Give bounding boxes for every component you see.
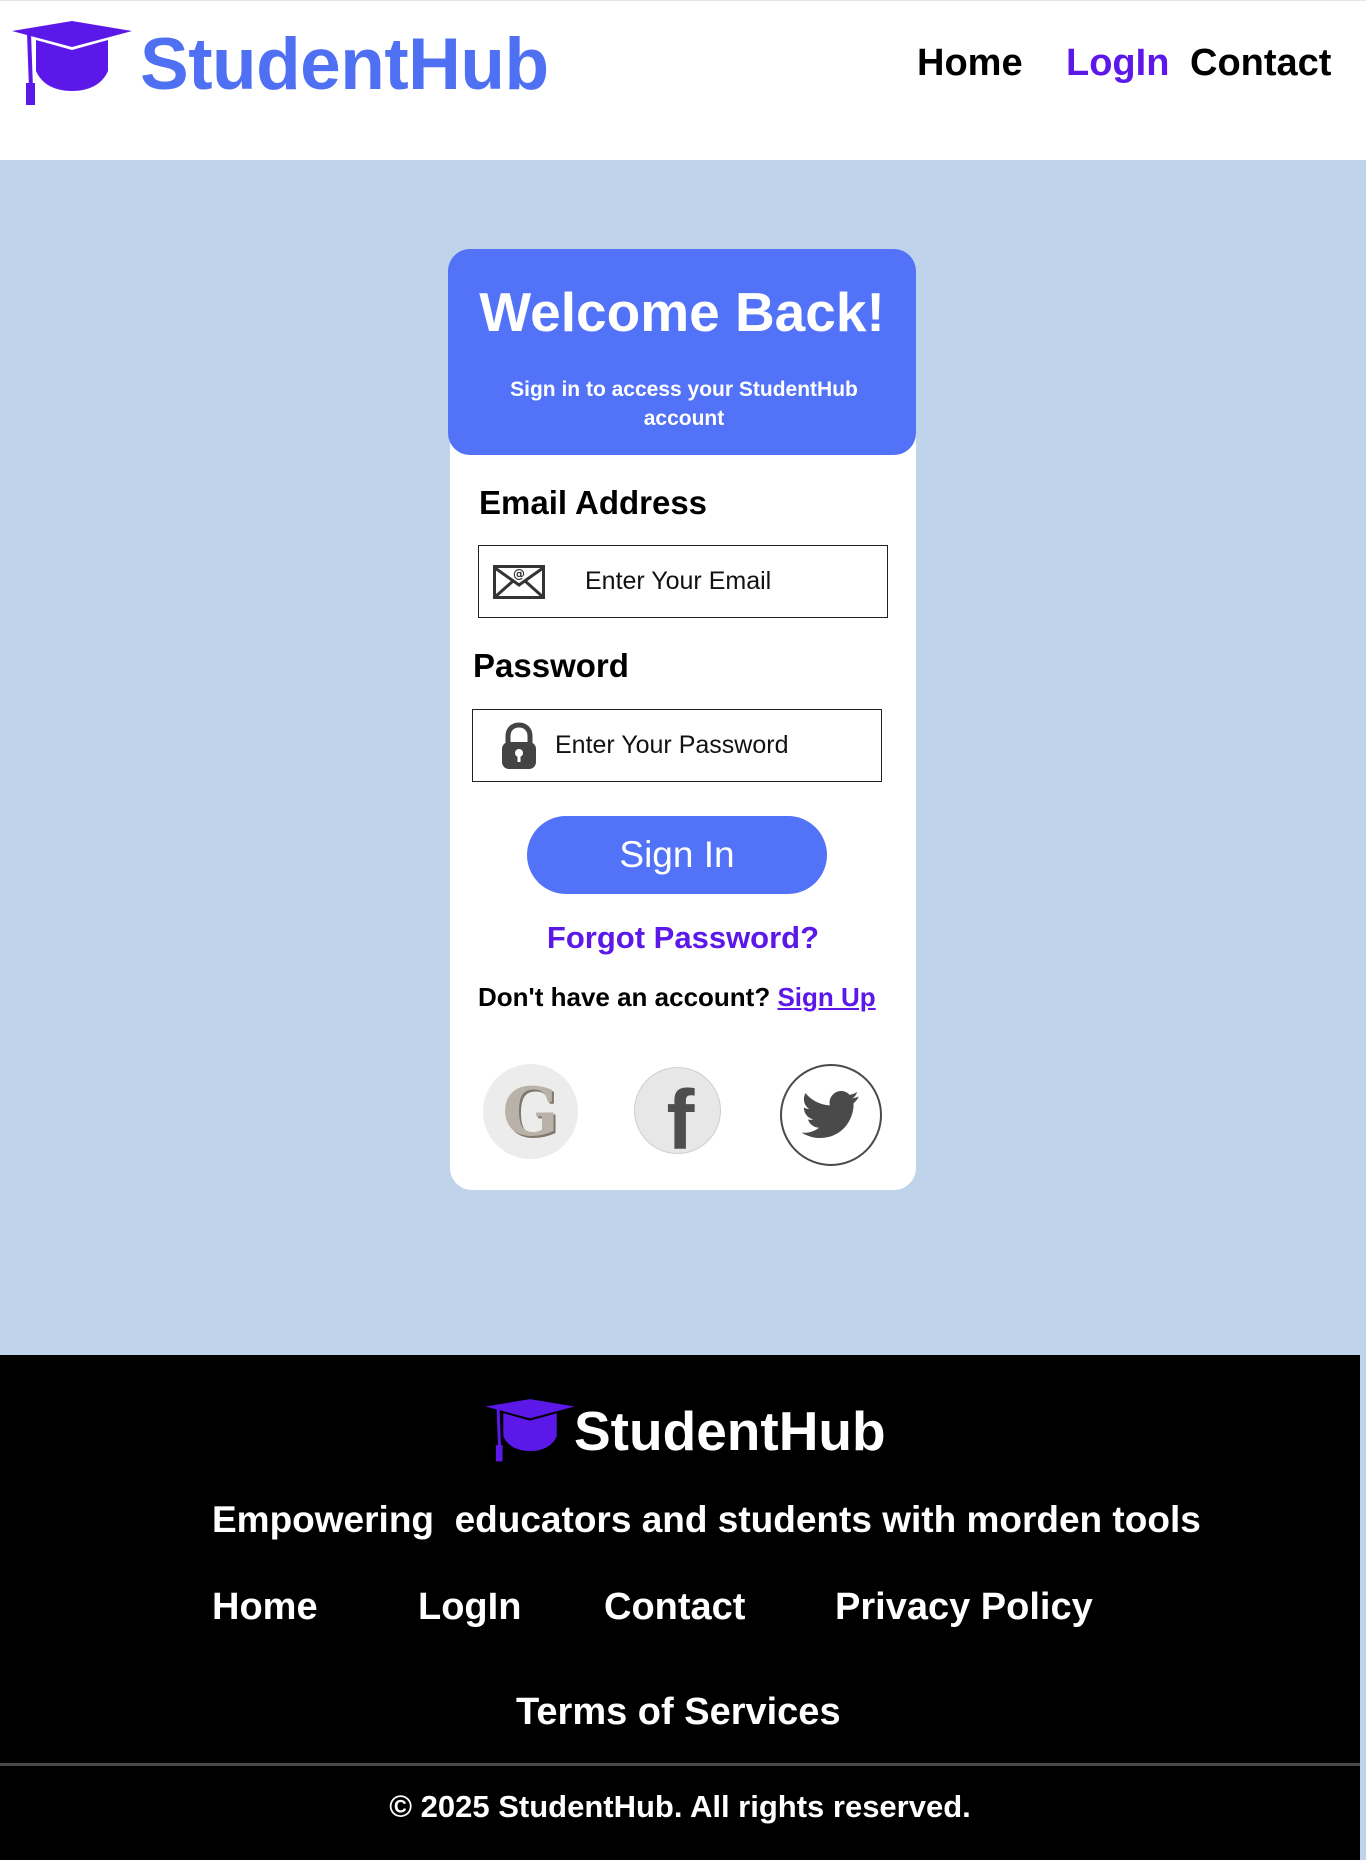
login-card-header: Welcome Back! Sign in to access your Stu… xyxy=(448,249,916,455)
password-placeholder: Enter Your Password xyxy=(555,731,789,759)
email-placeholder: Enter Your Email xyxy=(585,567,772,595)
facebook-login-button[interactable]: f xyxy=(634,1067,721,1162)
footer-link-home[interactable]: Home xyxy=(212,1585,318,1631)
password-label: Password xyxy=(473,647,629,684)
copyright-text: © 2025 StudentHub. All rights reserved. xyxy=(389,1789,971,1824)
no-account-text: Don't have an account? xyxy=(478,982,771,1012)
welcome-subtitle: Sign in to access your StudentHub accoun… xyxy=(510,378,858,431)
twitter-bird-icon xyxy=(802,1091,859,1139)
footer-link-terms[interactable]: Terms of Services xyxy=(516,1690,841,1736)
login-card: Welcome Back! Sign in to access your Stu… xyxy=(448,249,916,1190)
forgot-password-link[interactable]: Forgot Password? xyxy=(450,919,916,956)
footer-link-privacy-policy[interactable]: Privacy Policy xyxy=(835,1585,1093,1631)
footer-tagline: Empowering educators and students with m… xyxy=(212,1499,1201,1540)
sign-in-button[interactable]: Sign In xyxy=(527,816,827,894)
lock-icon xyxy=(502,721,536,769)
footer-brand: StudentHub xyxy=(484,1399,886,1463)
footer-divider xyxy=(0,1763,1360,1766)
footer-link-contact[interactable]: Contact xyxy=(604,1585,745,1631)
footer-link-login[interactable]: LogIn xyxy=(418,1585,521,1631)
footer-brand-name: StudentHub xyxy=(574,1399,886,1462)
brand-logo[interactable]: StudentHub xyxy=(10,21,549,107)
site-footer: StudentHub Empowering educators and stud… xyxy=(0,1355,1360,1860)
email-field[interactable]: @ Enter Your Email xyxy=(478,545,888,618)
nav-contact[interactable]: Contact xyxy=(1190,41,1331,87)
google-icon: G xyxy=(502,1072,559,1151)
facebook-icon: f xyxy=(666,1072,695,1167)
twitter-login-button[interactable] xyxy=(780,1064,882,1166)
email-label: Email Address xyxy=(479,484,708,521)
google-login-button[interactable]: G xyxy=(483,1064,578,1159)
welcome-title: Welcome Back! xyxy=(479,281,885,343)
nav-login[interactable]: LogIn xyxy=(1066,41,1169,87)
graduation-cap-icon xyxy=(485,1399,575,1462)
site-header: StudentHub Home LogIn Contact xyxy=(0,0,1366,160)
brand-name: StudentHub xyxy=(140,23,549,105)
mail-icon: @ xyxy=(493,564,545,599)
svg-text:@: @ xyxy=(513,567,525,581)
no-account-prompt: Don't have an account? Sign Up xyxy=(478,982,876,1013)
graduation-cap-icon xyxy=(12,21,132,105)
sign-up-link[interactable]: Sign Up xyxy=(777,982,875,1012)
nav-home[interactable]: Home xyxy=(917,41,1023,87)
password-field[interactable]: Enter Your Password xyxy=(472,709,882,782)
